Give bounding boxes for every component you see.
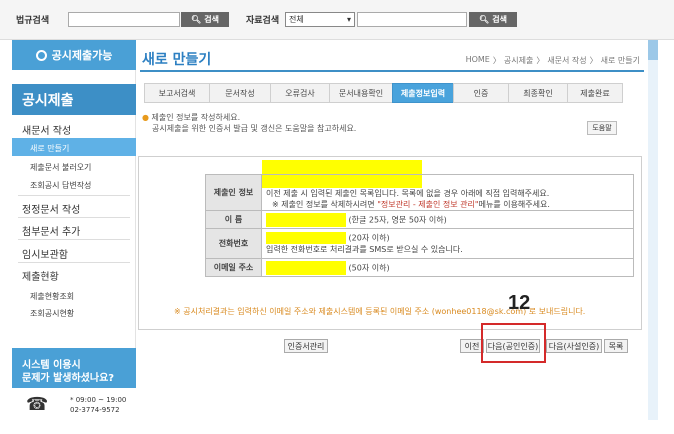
submission-status-button[interactable]: 공시제출가능 bbox=[12, 40, 136, 70]
sidebar-item-status-query[interactable]: 제출현황조회 bbox=[30, 291, 74, 302]
step-complete: 제출완료 bbox=[567, 83, 623, 103]
step-report-search: 보고서검색 bbox=[144, 83, 210, 103]
annotation-number: 12 bbox=[508, 292, 531, 314]
email-input[interactable] bbox=[266, 260, 346, 275]
divider bbox=[18, 217, 130, 218]
sidebar-item-new-doc[interactable]: 새문서 작성 bbox=[22, 122, 71, 137]
title-underline bbox=[140, 70, 644, 72]
step-submitter-info: 제출정보입력 bbox=[392, 83, 454, 103]
help-title-line2: 문제가 발생하셨나요? bbox=[22, 373, 115, 384]
chevron-down-icon: ▾ bbox=[346, 15, 351, 24]
phone-label: 전화번호 bbox=[205, 228, 262, 259]
breadcrumb: HOME 〉 공시제출 〉 새문서 작성 〉 새로 만들기 bbox=[466, 55, 640, 66]
law-search-label: 법규검색 bbox=[16, 16, 50, 26]
submitter-manage-link[interactable]: "정보관리 - 제출인 정보 관리" bbox=[377, 200, 478, 209]
breadcrumb-home[interactable]: HOME bbox=[466, 55, 490, 66]
step-auth: 인증 bbox=[453, 83, 509, 103]
search-icon: 🔍︎ bbox=[479, 15, 490, 24]
submitter-info-label: 제출인 정보 bbox=[205, 174, 262, 211]
page-title: 새로 만들기 bbox=[142, 52, 212, 68]
divider bbox=[18, 262, 130, 263]
phone-input[interactable] bbox=[266, 232, 346, 244]
chevron-right-icon: 〉 bbox=[589, 56, 598, 65]
top-search-bar: 법규검색 🔍︎ 검색 자료검색 전체 ▾ 🔍︎ 검색 bbox=[0, 0, 674, 40]
help-hours: * 09:00 ~ 19:00 bbox=[70, 396, 127, 404]
sidebar-heading: 공시제출 bbox=[12, 84, 136, 115]
sidebar-item-drafts[interactable]: 임시보관함 bbox=[22, 246, 68, 261]
sidebar-item-correction[interactable]: 정정문서 작성 bbox=[22, 201, 80, 216]
divider bbox=[18, 239, 130, 240]
step-final-confirm: 최종확인 bbox=[508, 83, 568, 103]
email-label: 이메일 주소 bbox=[205, 258, 262, 277]
submitter-note-1: 이전 제출 시 입력된 제출인 목록입니다. 목록에 없을 경우 아래에 직접 … bbox=[266, 188, 550, 198]
search-icon: 🔍︎ bbox=[191, 15, 202, 24]
main-content: 새로 만들기 HOME 〉 공시제출 〉 새문서 작성 〉 새로 만들기 보고서검색 … bbox=[136, 40, 648, 434]
submitter-form-panel: 제출인 정보 이전 제출 시 입력된 제출인 목록입니다. 목록에 없을 경우 … bbox=[138, 156, 642, 330]
chevron-right-icon: 〉 bbox=[536, 56, 545, 65]
data-search-select[interactable]: 전체 ▾ bbox=[285, 12, 355, 27]
sidebar-item-inquiry-status[interactable]: 조회공시현황 bbox=[30, 308, 74, 319]
annotation-box bbox=[481, 323, 546, 363]
help-button[interactable]: 도움말 bbox=[587, 121, 617, 135]
law-search-input[interactable] bbox=[68, 12, 180, 27]
help-phone: 02-3774-9572 bbox=[70, 406, 120, 414]
name-label: 이 름 bbox=[205, 210, 262, 229]
data-search-button[interactable]: 🔍︎ 검색 bbox=[469, 12, 517, 27]
clock-icon bbox=[35, 49, 47, 61]
sidebar-item-status[interactable]: 제출현황 bbox=[22, 268, 59, 283]
sidebar-item-load-doc[interactable]: 제출문서 불러오기 bbox=[30, 162, 91, 173]
instructions: ● 제출인 정보를 작성하세요. 공시제출을 위한 인증서 발급 및 갱신은 도… bbox=[142, 113, 357, 133]
progress-steps: 보고서검색 문서작성 오류검사 문서내용확인 제출정보입력 인증 최종확인 제출… bbox=[144, 83, 623, 103]
sidebar-item-attachment[interactable]: 첨부문서 추가 bbox=[22, 223, 80, 238]
info-bullet-icon: ● bbox=[142, 113, 149, 122]
submitter-info-cell: 이전 제출 시 입력된 제출인 목록입니다. 목록에 없을 경우 아래에 직접 … bbox=[261, 174, 634, 211]
phone-sms-note: 입력한 전화번호로 처리결과를 SMS로 받으실 수 있습니다. bbox=[266, 245, 463, 254]
sidebar: 공시제출가능 공시제출 새문서 작성 새로 만들기 제출문서 불러오기 조회공시… bbox=[12, 40, 136, 434]
law-search-button[interactable]: 🔍︎ 검색 bbox=[181, 12, 229, 27]
data-search-input[interactable] bbox=[357, 12, 467, 27]
step-error-check: 오류검사 bbox=[270, 83, 330, 103]
scrollbar[interactable] bbox=[648, 40, 658, 420]
sidebar-item-create-new[interactable]: 새로 만들기 bbox=[30, 143, 69, 154]
step-doc-write: 문서작성 bbox=[209, 83, 271, 103]
breadcrumb-current: 새로 만들기 bbox=[600, 56, 640, 65]
list-button[interactable]: 목록 bbox=[604, 339, 628, 353]
step-content-confirm: 문서내용확인 bbox=[329, 83, 393, 103]
phone-icon: ☎ bbox=[26, 394, 49, 415]
scrollbar-thumb[interactable] bbox=[648, 40, 658, 60]
cert-manage-button[interactable]: 인증서관리 bbox=[284, 339, 328, 353]
divider bbox=[18, 195, 130, 196]
data-search-label: 자료검색 bbox=[246, 16, 280, 26]
breadcrumb-submit[interactable]: 공시제출 bbox=[504, 55, 533, 66]
help-box: 시스템 이용시 문제가 발생하셨나요? ☎ * 09:00 ~ 19:00 02… bbox=[12, 348, 136, 434]
submitter-form: 제출인 정보 이전 제출 시 입력된 제출인 목록입니다. 목록에 없을 경우 … bbox=[205, 174, 634, 277]
breadcrumb-new-doc[interactable]: 새문서 작성 bbox=[547, 55, 586, 66]
name-input[interactable] bbox=[266, 212, 346, 227]
sidebar-item-inquiry-answer[interactable]: 조회공시 답변작성 bbox=[30, 180, 91, 191]
next-private-cert-button[interactable]: 다음(사설인증) bbox=[546, 339, 602, 353]
help-contact: ☎ * 09:00 ~ 19:00 02-3774-9572 bbox=[12, 388, 136, 434]
chevron-right-icon: 〉 bbox=[492, 56, 501, 65]
